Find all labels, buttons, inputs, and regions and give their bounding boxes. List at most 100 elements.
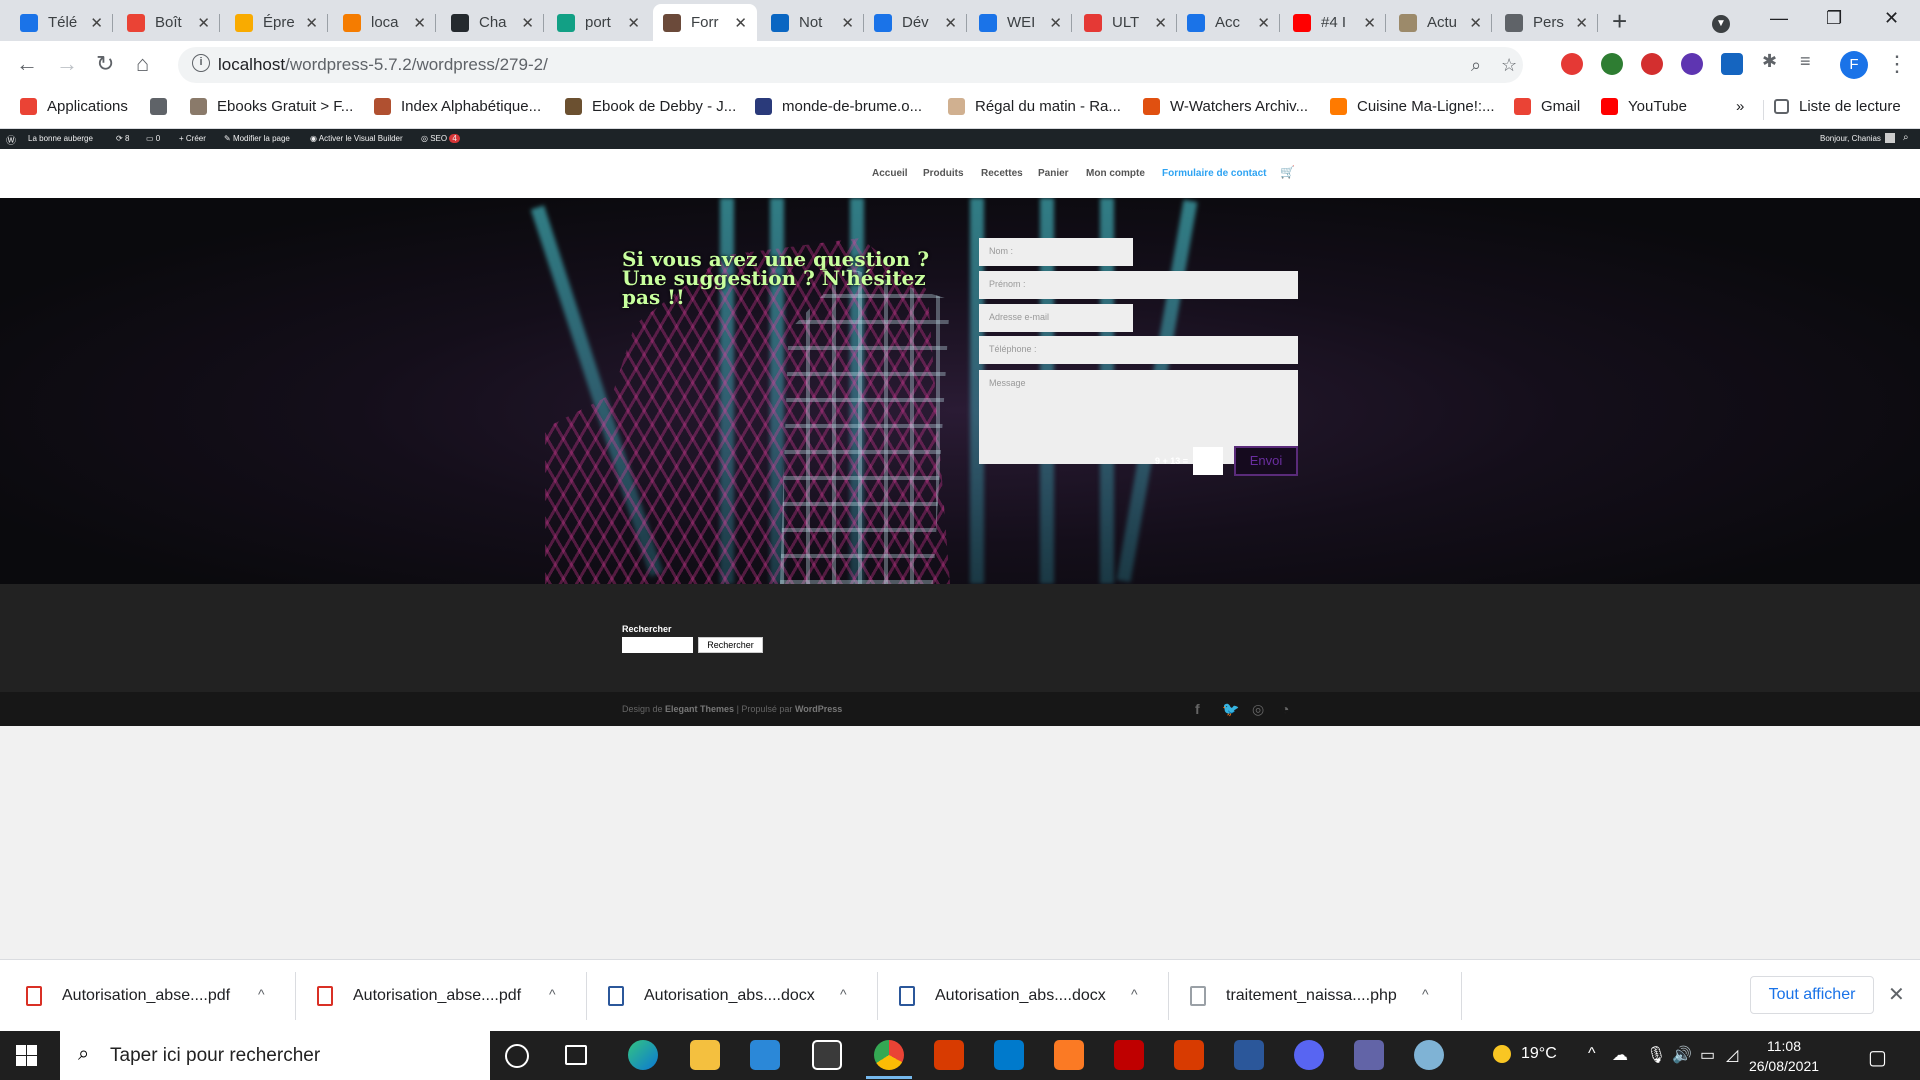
tab-close-icon[interactable]: ✕ (1469, 14, 1482, 32)
chevron-up-icon[interactable]: ^ (1422, 986, 1429, 1002)
admin-seo[interactable]: ◎ SEO 4 (421, 134, 460, 143)
browser-tab[interactable]: Épre ✕ (225, 4, 328, 41)
bookmark-item[interactable]: Régal du matin - Ra... (948, 98, 1121, 115)
tab-search-icon[interactable]: ▼ (1712, 10, 1730, 33)
back-icon[interactable]: ← (16, 51, 38, 77)
admin-greeting[interactable]: Bonjour, Chanias (1820, 134, 1881, 143)
tab-close-icon[interactable]: ✕ (413, 14, 426, 32)
nav-menu-item[interactable]: Panier (1038, 168, 1069, 179)
tab-close-icon[interactable]: ✕ (1049, 14, 1062, 32)
admin-avatar[interactable] (1885, 133, 1895, 143)
bookmark-item[interactable]: monde-de-brume.o... (755, 98, 922, 115)
download-item[interactable]: Autorisation_abse....pdf ^ (317, 980, 577, 1012)
browser-tab[interactable]: Forr ✕ (653, 4, 757, 41)
extension-icon[interactable] (1681, 53, 1703, 75)
discord-icon[interactable] (1294, 1040, 1324, 1070)
rss-icon[interactable]: ◔ (1281, 701, 1289, 717)
edge-icon[interactable] (628, 1040, 658, 1070)
wordpress-logo-icon[interactable]: Ⓦ (6, 132, 16, 147)
chevron-up-icon[interactable]: ^ (840, 986, 847, 1002)
extensions-puzzle-icon[interactable]: ✱ (1762, 51, 1777, 72)
volume-icon[interactable]: 🔊 (1672, 1045, 1692, 1065)
bookmarks-overflow[interactable]: » (1736, 98, 1744, 115)
nav-menu-item[interactable]: Recettes (981, 168, 1023, 179)
download-item[interactable]: Autorisation_abs....docx ^ (899, 980, 1159, 1012)
admin-updates[interactable]: ⟳ 8 (116, 134, 129, 143)
address-bar[interactable]: i localhost/wordpress-5.7.2/wordpress/27… (178, 47, 1523, 83)
onedrive-icon[interactable]: ☁ (1612, 1045, 1628, 1065)
forward-icon[interactable]: → (56, 51, 78, 77)
browser-tab[interactable]: port ✕ (547, 4, 650, 41)
cortana-icon[interactable] (505, 1044, 529, 1068)
bookmark-item[interactable]: Ebooks Gratuit > F... (190, 98, 353, 115)
word-icon[interactable] (1234, 1040, 1264, 1070)
bookmark-star-icon[interactable]: ☆ (1501, 55, 1517, 76)
prenom-input[interactable]: Prénom : (979, 271, 1298, 299)
task-view-icon[interactable] (565, 1045, 587, 1065)
browser-tab[interactable]: Dév ✕ (864, 4, 967, 41)
tab-close-icon[interactable]: ✕ (305, 14, 318, 32)
bookmark-item[interactable]: Ebook de Debby - J... (565, 98, 736, 115)
admin-comments[interactable]: ▭ 0 (146, 134, 160, 143)
nav-menu-item[interactable]: Formulaire de contact (1162, 168, 1266, 179)
extension-icon[interactable] (1601, 53, 1623, 75)
tab-close-icon[interactable]: ✕ (1257, 14, 1270, 32)
chevron-up-icon[interactable]: ^ (1131, 986, 1138, 1002)
filezilla-icon[interactable] (1114, 1040, 1144, 1070)
paint-icon[interactable] (1414, 1040, 1444, 1070)
url-text[interactable]: localhost/wordpress-5.7.2/wordpress/279-… (218, 55, 548, 75)
download-item[interactable]: Autorisation_abse....pdf ^ (26, 980, 286, 1012)
taskbar-clock[interactable]: 11:08 26/08/2021 (1744, 1036, 1824, 1076)
bookmark-applications[interactable]: Applications (20, 98, 128, 115)
bookmark-item[interactable] (150, 98, 177, 115)
download-item[interactable]: Autorisation_abs....docx ^ (608, 980, 868, 1012)
tab-close-icon[interactable]: ✕ (197, 14, 210, 32)
store-icon[interactable] (812, 1040, 842, 1070)
nav-menu-item[interactable]: Mon compte (1086, 168, 1145, 179)
browser-tab[interactable]: Cha ✕ (441, 4, 544, 41)
show-hidden-icons-icon[interactable]: ^ (1588, 1045, 1596, 1063)
footer-search-button[interactable]: Rechercher (698, 637, 763, 653)
browser-tab[interactable]: Boît ✕ (117, 4, 220, 41)
footer-search-input[interactable] (622, 637, 693, 653)
captcha-input[interactable] (1193, 447, 1223, 475)
chrome-icon[interactable] (866, 1040, 912, 1079)
new-tab-button[interactable]: + (1612, 6, 1627, 37)
tab-close-icon[interactable]: ✕ (734, 14, 747, 32)
teams-icon[interactable] (1354, 1040, 1384, 1070)
adblock-extension-icon[interactable] (1561, 53, 1583, 75)
profile-avatar[interactable]: F (1840, 51, 1868, 79)
nav-menu-item[interactable]: Produits (923, 168, 964, 179)
network-icon[interactable]: ◿ (1726, 1045, 1738, 1065)
bookmark-item[interactable]: W-Watchers Archiv... (1143, 98, 1308, 115)
shopping-cart-icon[interactable]: 🛒 (1280, 165, 1295, 179)
show-all-downloads-button[interactable]: Tout afficher (1750, 976, 1874, 1014)
elegant-themes-link[interactable]: Elegant Themes (665, 704, 734, 714)
browser-tab[interactable]: Not ✕ (761, 4, 864, 41)
microphone-icon[interactable]: 🎙 (1646, 1045, 1666, 1065)
admin-edit-page[interactable]: ✎ Modifier la page (224, 134, 290, 143)
notifications-icon[interactable]: ▢ (1868, 1045, 1887, 1070)
browser-tab[interactable]: Pers ✕ (1495, 4, 1598, 41)
send-button[interactable]: Envoi (1234, 446, 1298, 476)
tab-close-icon[interactable]: ✕ (841, 14, 854, 32)
file-explorer-icon[interactable] (690, 1040, 720, 1070)
email-input[interactable]: Adresse e-mail (979, 304, 1133, 332)
media-control-icon[interactable]: ≡ (1800, 51, 1811, 72)
bookmark-item[interactable]: Index Alphabétique... (374, 98, 541, 115)
browser-tab[interactable]: Acc ✕ (1177, 4, 1280, 41)
reload-icon[interactable]: ↻ (96, 51, 114, 77)
extension-icon[interactable] (1641, 53, 1663, 75)
admin-site-name[interactable]: La bonne auberge (28, 134, 93, 143)
browser-tab[interactable]: ULT ✕ (1074, 4, 1177, 41)
office-icon[interactable] (1174, 1040, 1204, 1070)
nom-input[interactable]: Nom : (979, 238, 1133, 266)
admin-visual-builder[interactable]: ◉ Activer le Visual Builder (310, 134, 403, 143)
telephone-input[interactable]: Téléphone : (979, 336, 1298, 364)
tab-close-icon[interactable]: ✕ (1363, 14, 1376, 32)
nav-menu-item[interactable]: Accueil (872, 168, 908, 179)
close-window-icon[interactable]: ✕ (1884, 8, 1899, 29)
bookmark-item[interactable]: YouTube (1601, 98, 1687, 115)
weather-widget[interactable]: 19°C (1493, 1045, 1557, 1063)
xampp-icon[interactable] (1054, 1040, 1084, 1070)
